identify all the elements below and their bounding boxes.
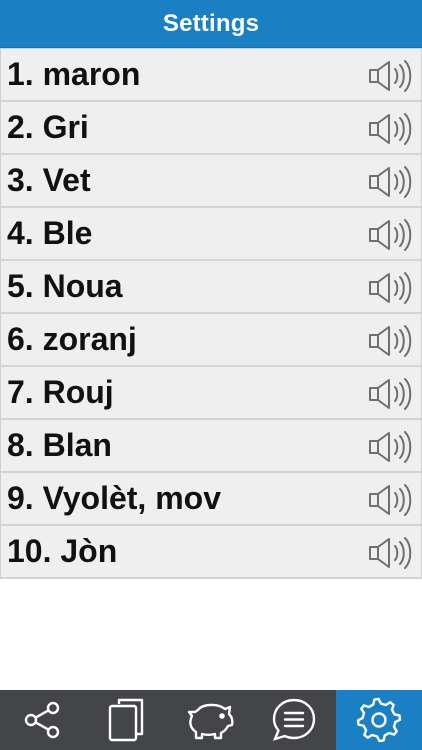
cards-icon xyxy=(108,698,144,742)
speaker-icon[interactable] xyxy=(367,58,415,94)
tab-cards[interactable] xyxy=(84,690,168,750)
chat-icon xyxy=(272,698,316,741)
speaker-icon[interactable] xyxy=(367,429,415,465)
speaker-icon[interactable] xyxy=(367,217,415,253)
list-item[interactable]: 3. Vet xyxy=(0,155,422,208)
list-item[interactable]: 9. Vyolèt, mov xyxy=(0,473,422,526)
list-item[interactable]: 5. Noua xyxy=(0,261,422,314)
share-icon xyxy=(24,701,60,739)
speaker-icon[interactable] xyxy=(367,482,415,518)
page-title[interactable]: Settings xyxy=(163,10,259,38)
word-label: 10. Jòn xyxy=(7,533,118,569)
word-label: 1. maron xyxy=(7,56,141,92)
list-item[interactable]: 8. Blan xyxy=(0,420,422,473)
speaker-icon[interactable] xyxy=(367,111,415,147)
list-item[interactable]: 7. Rouj xyxy=(0,367,422,420)
tab-piggy-bank[interactable] xyxy=(168,690,252,750)
list-item[interactable]: 1. maron xyxy=(0,49,422,102)
word-label: 6. zoranj xyxy=(7,321,137,357)
word-label: 2. Gri xyxy=(7,109,89,145)
header-bar: Settings xyxy=(0,0,422,48)
speaker-icon[interactable] xyxy=(367,323,415,359)
tab-chat[interactable] xyxy=(252,690,336,750)
word-label: 8. Blan xyxy=(7,427,112,463)
list-item[interactable]: 4. Ble xyxy=(0,208,422,261)
speaker-icon[interactable] xyxy=(367,164,415,200)
speaker-icon[interactable] xyxy=(367,535,415,571)
word-list: 1. maron 2. Gri 3. Vet 4. Ble 5. Noua 6.… xyxy=(0,48,422,579)
list-item[interactable]: 10. Jòn xyxy=(0,526,422,579)
word-label: 3. Vet xyxy=(7,162,91,198)
word-label: 9. Vyolèt, mov xyxy=(7,480,221,516)
tab-settings[interactable] xyxy=(336,690,422,750)
speaker-icon[interactable] xyxy=(367,376,415,412)
gear-icon xyxy=(356,697,402,743)
tab-share[interactable] xyxy=(0,690,84,750)
piggy-bank-icon xyxy=(187,703,234,740)
speaker-icon[interactable] xyxy=(367,270,415,306)
word-label: 4. Ble xyxy=(7,215,93,251)
word-label: 7. Rouj xyxy=(7,374,114,410)
list-item[interactable]: 2. Gri xyxy=(0,102,422,155)
word-label: 5. Noua xyxy=(7,268,123,304)
bottom-tab-bar xyxy=(0,690,422,750)
list-item[interactable]: 6. zoranj xyxy=(0,314,422,367)
